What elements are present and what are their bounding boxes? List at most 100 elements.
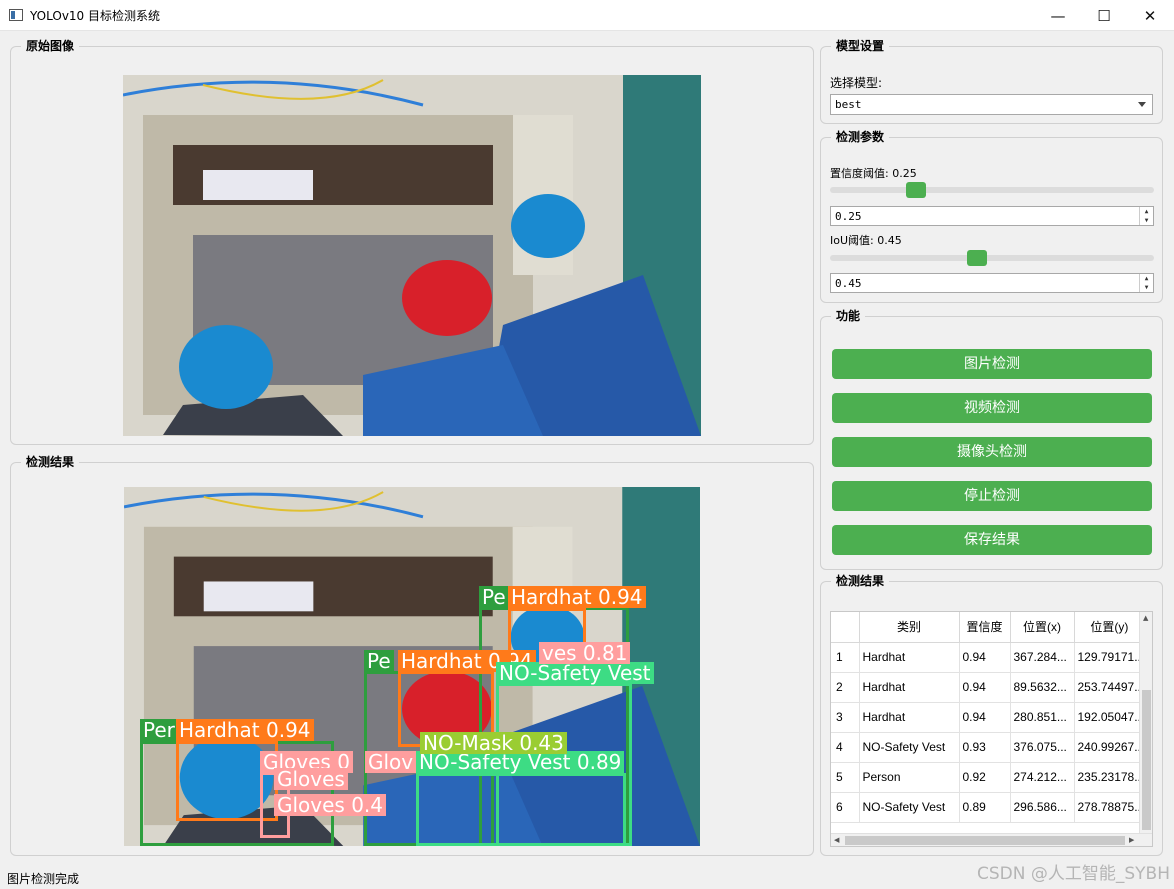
- detection-label-hardhat: Hardhat 0.94: [508, 586, 646, 608]
- spin-arrows-icon[interactable]: ▲ ▼: [1139, 274, 1153, 292]
- scroll-left-icon[interactable]: ◀: [834, 836, 839, 844]
- minimize-button[interactable]: —: [1035, 0, 1081, 31]
- detection-label-hardhat: Hardhat 0.94: [176, 719, 314, 741]
- stop-detect-button[interactable]: 停止检测: [832, 481, 1152, 511]
- model-select-value: best: [835, 98, 862, 111]
- close-button[interactable]: ✕: [1127, 0, 1173, 31]
- cell-y: 240.99267...: [1074, 732, 1146, 763]
- cell-class: Person: [859, 762, 960, 793]
- table-row[interactable]: 1 Hardhat 0.94 367.284... 129.79171...: [831, 642, 1146, 673]
- column-header-class[interactable]: 类别: [859, 612, 960, 643]
- column-header-x[interactable]: 位置(x): [1010, 612, 1075, 643]
- title-bar: YOLOv10 目标检测系统 — ☐ ✕: [0, 0, 1174, 31]
- detection-box-vest: [416, 773, 626, 846]
- detection-label-mask: NO-Mask 0.43: [420, 732, 567, 754]
- status-bar-text: 图片检测完成: [7, 872, 80, 886]
- cell-confidence: 0.89: [959, 792, 1011, 823]
- results-table[interactable]: 类别 置信度 位置(x) 位置(y) 1 Hardhat 0.94 367.28…: [830, 611, 1153, 847]
- original-scene-image: [123, 75, 701, 436]
- column-header-confidence[interactable]: 置信度: [959, 612, 1011, 643]
- cell-class: NO-Safety Vest: [859, 732, 960, 763]
- detection-label-gloves: Glov: [365, 751, 417, 773]
- confidence-slider-handle[interactable]: [906, 182, 926, 198]
- original-image-title: 原始图像: [21, 39, 80, 53]
- confidence-slider-track[interactable]: [830, 187, 1154, 193]
- original-image: [123, 75, 701, 436]
- window-title: YOLOv10 目标检测系统: [30, 9, 161, 23]
- table-header-row: 类别 置信度 位置(x) 位置(y): [831, 612, 1146, 643]
- table-row[interactable]: 6 NO-Safety Vest 0.89 296.586... 278.788…: [831, 792, 1146, 823]
- image-detect-button[interactable]: 图片检测: [832, 349, 1152, 379]
- row-number: 4: [831, 732, 860, 763]
- spin-arrows-icon[interactable]: ▲ ▼: [1139, 207, 1153, 225]
- row-number: 3: [831, 702, 860, 733]
- model-select[interactable]: best: [830, 94, 1153, 115]
- cell-class: Hardhat: [859, 702, 960, 733]
- results-grid: 类别 置信度 位置(x) 位置(y) 1 Hardhat 0.94 367.28…: [831, 612, 1146, 823]
- cell-confidence: 0.93: [959, 732, 1011, 763]
- iou-slider-handle[interactable]: [966, 250, 987, 266]
- confidence-spinbox-value: 0.25: [835, 210, 862, 223]
- camera-detect-button[interactable]: 摄像头检测: [832, 437, 1152, 467]
- maximize-button[interactable]: ☐: [1081, 0, 1127, 31]
- cell-x: 274.212...: [1010, 762, 1075, 793]
- results-title: 检测结果: [831, 574, 890, 588]
- confidence-label: 置信度阈值: 0.25: [830, 167, 917, 180]
- cell-x: 89.5632...: [1010, 672, 1075, 703]
- chevron-down-icon: [1138, 102, 1146, 107]
- cell-confidence: 0.92: [959, 762, 1011, 793]
- table-row[interactable]: 3 Hardhat 0.94 280.851... 192.05047...: [831, 702, 1146, 733]
- cell-confidence: 0.94: [959, 642, 1011, 673]
- cell-class: NO-Safety Vest: [859, 792, 960, 823]
- functions-title: 功能: [831, 309, 866, 323]
- model-settings-title: 模型设置: [831, 39, 890, 53]
- cell-y: 235.23178...: [1074, 762, 1146, 793]
- save-result-button[interactable]: 保存结果: [832, 525, 1152, 555]
- detection-label-gloves: Gloves 0.4: [274, 794, 387, 816]
- row-number: 1: [831, 642, 860, 673]
- iou-slider-track[interactable]: [830, 255, 1154, 261]
- cell-confidence: 0.94: [959, 702, 1011, 733]
- cell-class: Hardhat: [859, 672, 960, 703]
- result-image: Per Pe Pe Hardhat 0.94 Hardhat 0.94 Hard…: [124, 487, 700, 846]
- watermark: CSDN @人工智能_SYBH: [977, 864, 1170, 884]
- detection-label-person: Pe: [364, 650, 394, 672]
- detection-params-title: 检测参数: [831, 130, 890, 144]
- cell-x: 296.586...: [1010, 792, 1075, 823]
- vertical-scrollbar[interactable]: ▲: [1139, 612, 1152, 834]
- cell-y: 129.79171...: [1074, 642, 1146, 673]
- horizontal-scroll-thumb[interactable]: [845, 836, 1125, 845]
- scroll-right-icon[interactable]: ▶: [1129, 836, 1134, 844]
- row-number: 6: [831, 792, 860, 823]
- iou-label: IoU阈值: 0.45: [830, 234, 902, 247]
- cell-y: 278.78875...: [1074, 792, 1146, 823]
- model-select-label: 选择模型:: [830, 76, 883, 90]
- detection-label-gloves: Gloves: [274, 768, 348, 790]
- cell-x: 376.075...: [1010, 732, 1075, 763]
- video-detect-button[interactable]: 视频检测: [832, 393, 1152, 423]
- detection-label-gloves: ves 0.81: [539, 642, 631, 664]
- app-icon: [9, 9, 23, 21]
- cell-class: Hardhat: [859, 642, 960, 673]
- vertical-scroll-thumb[interactable]: [1142, 690, 1151, 830]
- detection-label-person: Pe: [479, 586, 509, 608]
- table-row[interactable]: 2 Hardhat 0.94 89.5632... 253.74497...: [831, 672, 1146, 703]
- table-row[interactable]: 5 Person 0.92 274.212... 235.23178...: [831, 762, 1146, 793]
- detection-label-vest: NO-Safety Vest: [496, 662, 654, 684]
- column-header-y[interactable]: 位置(y): [1074, 612, 1146, 643]
- detection-label-person: Per: [140, 719, 178, 741]
- horizontal-scrollbar[interactable]: ◀ ▶: [831, 833, 1152, 846]
- scroll-up-icon[interactable]: ▲: [1143, 614, 1148, 622]
- table-row[interactable]: 4 NO-Safety Vest 0.93 376.075... 240.992…: [831, 732, 1146, 763]
- cell-x: 367.284...: [1010, 642, 1075, 673]
- cell-y: 192.05047...: [1074, 702, 1146, 733]
- row-number: 5: [831, 762, 860, 793]
- row-number: 2: [831, 672, 860, 703]
- confidence-spinbox[interactable]: 0.25 ▲ ▼: [830, 206, 1154, 226]
- iou-spinbox[interactable]: 0.45 ▲ ▼: [830, 273, 1154, 293]
- cell-x: 280.851...: [1010, 702, 1075, 733]
- result-image-title: 检测结果: [21, 455, 80, 469]
- iou-spinbox-value: 0.45: [835, 277, 862, 290]
- table-corner: [831, 612, 860, 643]
- cell-confidence: 0.94: [959, 672, 1011, 703]
